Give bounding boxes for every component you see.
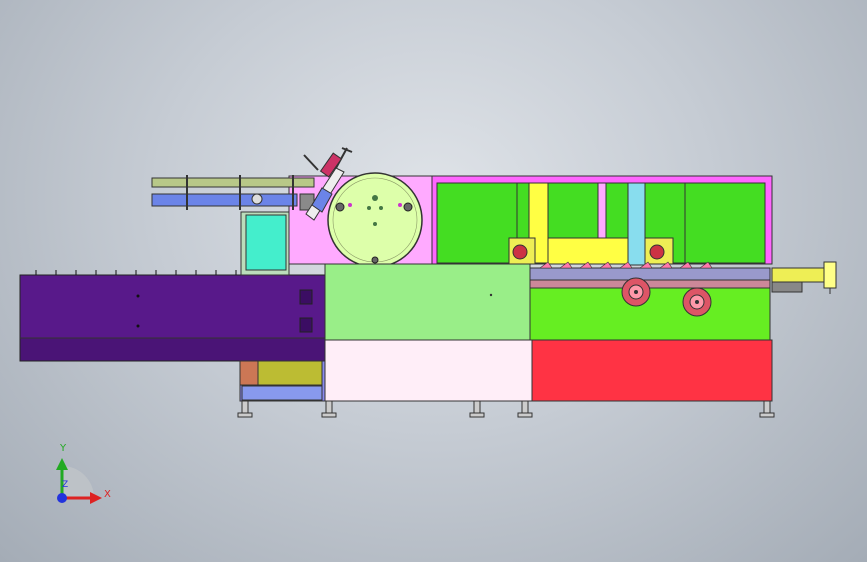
base-left-cabinet[interactable] bbox=[239, 360, 326, 402]
infeed-conveyor[interactable] bbox=[19, 270, 326, 362]
leveling-feet bbox=[237, 400, 775, 418]
z-axis-dot bbox=[57, 493, 67, 503]
x-axis-label: X bbox=[104, 489, 111, 500]
cad-viewport[interactable]: Y X Z bbox=[0, 0, 867, 562]
y-axis-label: Y bbox=[60, 443, 67, 454]
machine-drawing bbox=[19, 147, 837, 504]
drive-wheel-left[interactable] bbox=[621, 277, 651, 307]
green-guard-panels[interactable] bbox=[436, 182, 766, 266]
z-axis-label: Z bbox=[62, 480, 69, 490]
x-axis-arrowhead bbox=[90, 492, 102, 504]
cyan-support-column[interactable] bbox=[240, 211, 290, 276]
drive-wheel-right[interactable] bbox=[682, 287, 712, 317]
y-axis-arrowhead bbox=[56, 458, 68, 470]
outfeed-conveyor[interactable] bbox=[771, 261, 837, 294]
rotary-carousel[interactable] bbox=[327, 172, 423, 268]
cartoning-chain[interactable] bbox=[529, 261, 771, 289]
